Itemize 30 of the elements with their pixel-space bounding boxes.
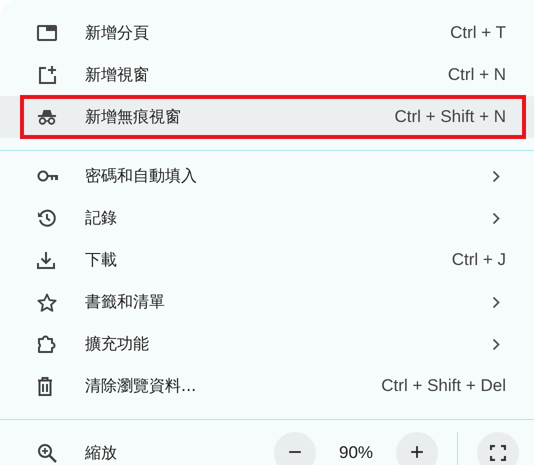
puzzle-icon <box>37 334 57 354</box>
menu-item[interactable]: 新增無痕視窗 Ctrl + Shift + N <box>0 96 534 138</box>
zoom-in-button[interactable]: + <box>396 432 438 465</box>
zoom-label: 縮放 <box>85 442 118 464</box>
download-icon <box>37 251 55 269</box>
menu-item[interactable]: 記錄 <box>0 197 534 239</box>
menu-item[interactable]: 下載 Ctrl + J <box>0 239 534 281</box>
zoom-out-button[interactable]: − <box>274 432 316 465</box>
trash-icon <box>37 376 53 396</box>
menu-item[interactable]: 新增分頁 Ctrl + T <box>0 12 534 54</box>
zoom-value: 90% <box>338 443 374 463</box>
menu-item[interactable]: 書籤和清單 <box>0 281 534 323</box>
shortcut-text: Ctrl + Shift + Del <box>381 376 506 396</box>
menu-item[interactable]: 新增視窗 Ctrl + N <box>0 54 534 96</box>
tab-icon <box>37 25 57 41</box>
new-window-icon <box>37 65 57 85</box>
shortcut-text: Ctrl + J <box>452 250 506 270</box>
zoom-in-icon <box>37 443 57 463</box>
shortcut-text: Ctrl + Shift + N <box>394 107 506 127</box>
shortcut-text: Ctrl + T <box>450 23 506 43</box>
fullscreen-button[interactable] <box>477 432 519 465</box>
fullscreen-icon <box>490 445 506 461</box>
incognito-icon <box>37 109 57 125</box>
key-icon <box>37 170 59 182</box>
shortcut-text: Ctrl + N <box>448 65 506 85</box>
history-icon <box>37 208 57 228</box>
menu-item[interactable]: 清除瀏覽資料... Ctrl + Shift + Del <box>0 365 534 407</box>
menu-item[interactable]: 密碼和自動填入 <box>0 155 534 197</box>
menu-item[interactable]: 擴充功能 <box>0 323 534 365</box>
star-icon <box>37 292 57 312</box>
